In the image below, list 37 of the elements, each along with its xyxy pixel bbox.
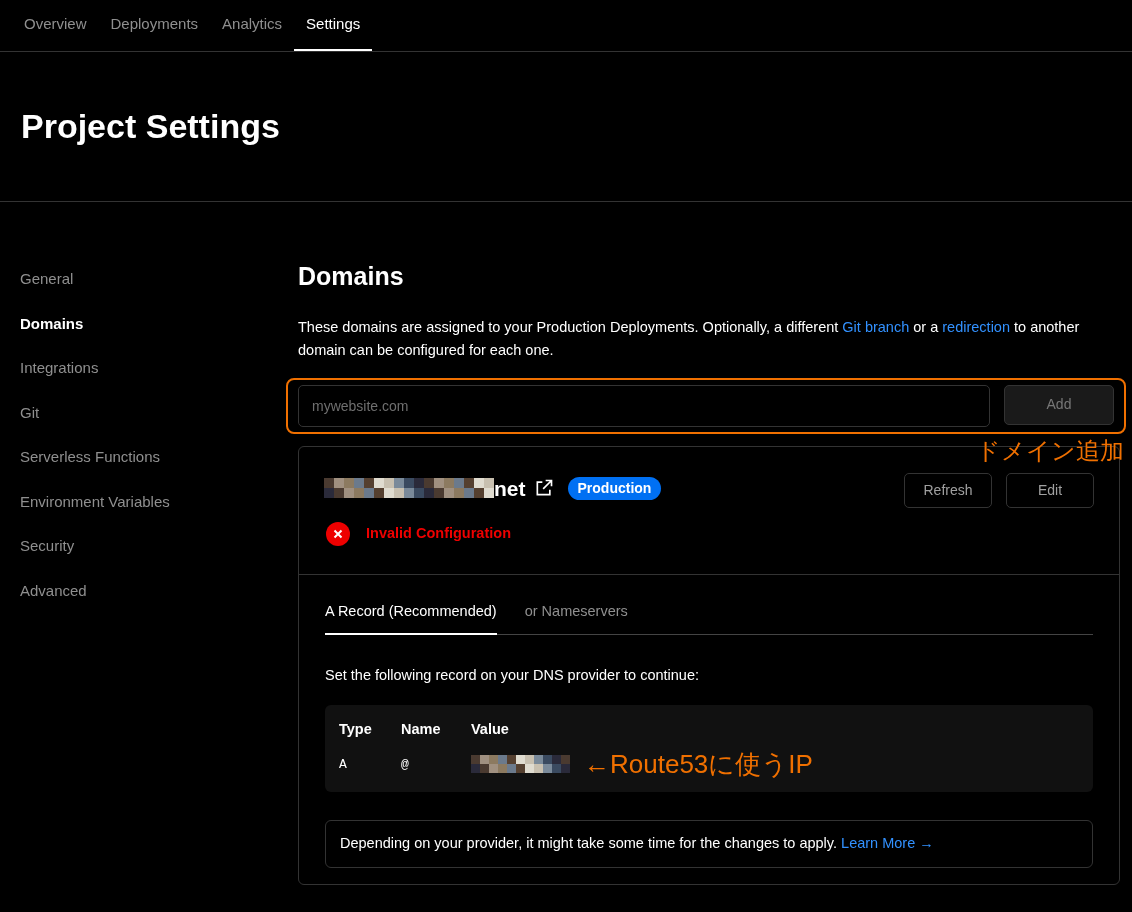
sidebar-item[interactable]: General [20,268,298,291]
annotation-text: ドメイン追加 [976,435,1124,466]
sidebar-item[interactable]: Security [20,535,298,558]
record-tab[interactable]: A Record (Recommended) [325,601,497,635]
annotation-text: ←Route53に使うIP [584,750,813,779]
column-header: Type [339,719,373,739]
nav-tab[interactable]: Settings [294,0,373,51]
description: These domains are assigned to your Production Deployments. Optionally, a different Git branch or a redirection to another domain can be configured for each one. [298,317,1081,360]
instruction: Set the following record on your DNS provider to continue: [325,665,700,685]
learn-more-link[interactable]: Learn More → [841,835,934,852]
domain-name: net [494,475,526,502]
add-button[interactable]: Add [1004,384,1114,425]
sidebar-item[interactable]: Domains [20,312,298,335]
section-title: Domains [298,261,405,292]
domain-input-field[interactable]: mywebsite.com [298,384,990,427]
nav-tab[interactable]: Analytics [210,0,295,51]
record-name: @ [401,755,410,774]
git-branch-link[interactable]: Git branch [842,318,910,335]
redirection-link[interactable]: redirection [942,318,1010,335]
record-tab[interactable]: or Nameservers [524,601,628,635]
column-header: Value [471,719,510,739]
status-text: Invalid Configuration [366,524,511,544]
nav-tab[interactable]: Overview [12,0,99,51]
card-button[interactable]: Refresh [904,472,992,508]
sidebar-item[interactable]: Advanced [20,579,298,602]
page-title: Project Settings [21,106,280,147]
sidebar-item[interactable]: Serverless Functions [20,446,298,469]
card-button[interactable]: Edit [1006,472,1094,508]
note-text: Depending on your provider, it might take some time for the changes to apply. Learn More → [340,834,935,854]
sidebar-item[interactable]: Integrations [20,357,298,380]
production-badge: Production [567,476,662,500]
record-type: A [339,755,348,774]
sidebar-item[interactable]: Environment Variables [20,490,298,513]
nav-tab[interactable]: Deployments [98,0,211,51]
sidebar-item[interactable]: Git [20,401,298,424]
error-icon [326,522,350,546]
column-header: Name [401,719,442,739]
